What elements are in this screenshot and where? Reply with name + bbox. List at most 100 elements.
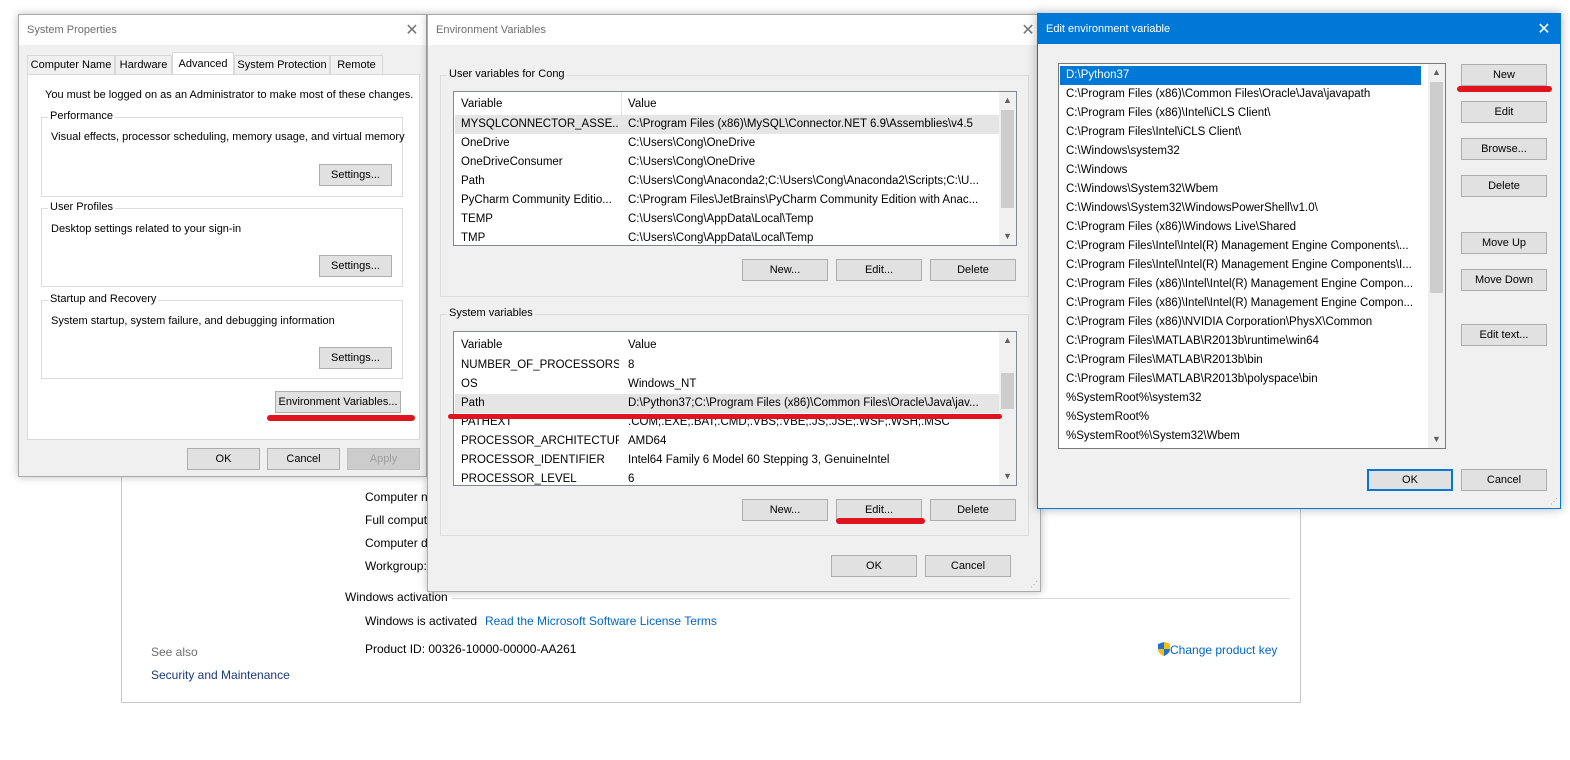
list-item[interactable]: C:\Windows\System32\Wbem xyxy=(1060,180,1427,199)
row-variable: TEMP xyxy=(461,213,493,225)
user-variables-list[interactable]: Variable Value MYSQLCONNECTOR_ASSE... C:… xyxy=(453,91,1017,246)
list-item[interactable]: C:\Program Files\MATLAB\R2013b\runtime\w… xyxy=(1060,332,1427,351)
startup-recovery-settings-button[interactable]: Settings... xyxy=(319,347,392,369)
table-row[interactable]: OneDrive C:\Users\Cong\OneDrive xyxy=(455,134,1000,153)
system-properties-dialog: System Properties ✕ Computer Name Hardwa… xyxy=(18,14,427,477)
delete-entry-button[interactable]: Delete xyxy=(1461,175,1547,197)
variable-column-header[interactable]: Variable xyxy=(461,336,619,355)
system-list-scrollbar[interactable]: ▲ ▼ xyxy=(999,332,1016,485)
new-entry-button[interactable]: New xyxy=(1461,64,1547,86)
windows-activation-header: Windows activation xyxy=(345,590,448,604)
table-row[interactable]: MYSQLCONNECTOR_ASSE... C:\Program Files … xyxy=(455,115,1000,134)
apply-button[interactable]: Apply xyxy=(347,448,420,470)
user-profiles-settings-button[interactable]: Settings... xyxy=(319,255,392,277)
table-row[interactable]: PROCESSOR_IDENTIFIER Intel64 Family 6 Mo… xyxy=(455,451,1000,470)
value-column-header[interactable]: Value xyxy=(628,336,998,355)
cancel-button[interactable]: Cancel xyxy=(267,448,340,470)
tab-computer-name[interactable]: Computer Name xyxy=(27,55,115,74)
list-item[interactable]: C:\Program Files\Intel\Intel(R) Manageme… xyxy=(1060,256,1427,275)
table-row[interactable]: PyCharm Community Editio... C:\Program F… xyxy=(455,191,1000,210)
admin-note: You must be logged on as an Administrato… xyxy=(45,89,414,101)
list-item[interactable]: C:\Program Files (x86)\NVIDIA Corporatio… xyxy=(1060,313,1427,332)
table-row[interactable]: NUMBER_OF_PROCESSORS 8 xyxy=(455,356,1000,375)
resize-grip-icon[interactable]: ⋰ xyxy=(1030,580,1038,589)
security-maintenance-link[interactable]: Security and Maintenance xyxy=(151,668,290,682)
list-item[interactable]: C:\Program Files\MATLAB\R2013b\bin xyxy=(1060,351,1427,370)
scroll-up-icon[interactable]: ▲ xyxy=(1428,64,1445,81)
edit-env-ok-button[interactable]: OK xyxy=(1367,469,1453,491)
list-item[interactable]: %SystemRoot% xyxy=(1060,408,1427,427)
list-item[interactable]: C:\Windows\System32\WindowsPowerShell\v1… xyxy=(1060,199,1427,218)
list-item[interactable]: C:\Windows\system32 xyxy=(1060,142,1427,161)
browse-button[interactable]: Browse... xyxy=(1461,138,1547,160)
change-product-key-label[interactable]: Change product key xyxy=(1170,643,1277,657)
list-item[interactable]: %SystemRoot%\System32\Wbem xyxy=(1060,427,1427,446)
tab-strip: Computer Name Hardware Advanced System P… xyxy=(27,52,422,74)
ok-button[interactable]: OK xyxy=(187,448,260,470)
tab-remote[interactable]: Remote xyxy=(330,55,383,74)
change-product-key-link[interactable]: Change product key xyxy=(1158,642,1277,657)
move-down-button[interactable]: Move Down xyxy=(1461,269,1547,291)
environment-variables-button[interactable]: Environment Variables... xyxy=(275,391,401,413)
resize-grip-icon[interactable]: ⋰ xyxy=(1550,497,1558,506)
table-row[interactable]: Path C:\Users\Cong\Anaconda2;C:\Users\Co… xyxy=(455,172,1000,191)
close-icon[interactable]: ✕ xyxy=(402,20,422,40)
table-row[interactable]: OS Windows_NT xyxy=(455,375,1000,394)
close-icon[interactable]: ✕ xyxy=(1534,19,1554,39)
scroll-up-icon[interactable]: ▲ xyxy=(999,92,1016,109)
computer-description-field-label: Computer d xyxy=(365,536,428,550)
env-ok-button[interactable]: OK xyxy=(831,555,917,577)
list-item[interactable]: C:\Program Files (x86)\Intel\iCLS Client… xyxy=(1060,104,1427,123)
license-terms-link[interactable]: Read the Microsoft Software License Term… xyxy=(485,614,717,628)
edit-text-button[interactable]: Edit text... xyxy=(1461,324,1547,346)
table-row[interactable]: PROCESSOR_LEVEL 6 xyxy=(455,470,1000,485)
tab-hardware[interactable]: Hardware xyxy=(115,55,172,74)
scroll-down-icon[interactable]: ▼ xyxy=(999,228,1016,245)
tab-advanced[interactable]: Advanced xyxy=(172,52,234,74)
table-row[interactable]: OneDriveConsumer C:\Users\Cong\OneDrive xyxy=(455,153,1000,172)
user-new-button[interactable]: New... xyxy=(742,259,828,281)
list-item[interactable]: C:\Program Files\MATLAB\R2013b\polyspace… xyxy=(1060,370,1427,389)
scroll-thumb[interactable] xyxy=(1001,110,1014,208)
move-up-button[interactable]: Move Up xyxy=(1461,232,1547,254)
row-value: Intel64 Family 6 Model 60 Stepping 3, Ge… xyxy=(628,454,890,466)
table-row[interactable]: TMP C:\Users\Cong\AppData\Local\Temp xyxy=(455,229,1000,245)
edit-list-scrollbar[interactable]: ▲ ▼ xyxy=(1428,64,1445,448)
table-row-selected[interactable]: Path D:\Python37;C:\Program Files (x86)\… xyxy=(455,394,1000,413)
env-cancel-button[interactable]: Cancel xyxy=(925,555,1011,577)
computer-name-field-label: Computer n xyxy=(365,490,428,504)
scroll-thumb[interactable] xyxy=(1001,373,1014,409)
scroll-up-icon[interactable]: ▲ xyxy=(999,332,1016,349)
system-variables-label: System variables xyxy=(447,307,535,319)
user-delete-button[interactable]: Delete xyxy=(930,259,1016,281)
list-item[interactable]: C:\Program Files (x86)\Common Files\Orac… xyxy=(1060,85,1427,104)
performance-settings-button[interactable]: Settings... xyxy=(319,164,392,186)
list-item[interactable]: %SystemRoot%\system32 xyxy=(1060,389,1427,408)
list-item[interactable]: C:\Program Files (x86)\Intel\Intel(R) Ma… xyxy=(1060,275,1427,294)
value-column-header[interactable]: Value xyxy=(628,95,998,114)
close-icon[interactable]: ✕ xyxy=(1018,20,1038,40)
system-delete-button[interactable]: Delete xyxy=(930,499,1016,521)
tab-system-protection[interactable]: System Protection xyxy=(234,55,330,74)
workgroup-field-label: Workgroup: xyxy=(365,559,427,573)
list-item-selected[interactable]: D:\Python37 xyxy=(1060,66,1421,85)
scroll-thumb[interactable] xyxy=(1430,82,1443,293)
edit-entry-button[interactable]: Edit xyxy=(1461,101,1547,123)
table-row[interactable]: TEMP C:\Users\Cong\AppData\Local\Temp xyxy=(455,210,1000,229)
scroll-down-icon[interactable]: ▼ xyxy=(1428,431,1445,448)
user-edit-button[interactable]: Edit... xyxy=(836,259,922,281)
variable-column-header[interactable]: Variable xyxy=(461,95,619,114)
list-item[interactable]: C:\Program Files (x86)\Intel\Intel(R) Ma… xyxy=(1060,294,1427,313)
user-list-scrollbar[interactable]: ▲ ▼ xyxy=(999,92,1016,245)
scroll-down-icon[interactable]: ▼ xyxy=(999,468,1016,485)
system-variables-list[interactable]: Variable Value NUMBER_OF_PROCESSORS 8 OS… xyxy=(453,331,1017,486)
list-item[interactable]: C:\Windows xyxy=(1060,161,1427,180)
list-item[interactable]: C:\Program Files\Intel\Intel(R) Manageme… xyxy=(1060,237,1427,256)
list-item[interactable]: C:\Program Files (x86)\Windows Live\Shar… xyxy=(1060,218,1427,237)
path-entries-list[interactable]: D:\Python37 C:\Program Files (x86)\Commo… xyxy=(1058,63,1446,449)
system-new-button[interactable]: New... xyxy=(742,499,828,521)
table-row[interactable]: PROCESSOR_ARCHITECTURE AMD64 xyxy=(455,432,1000,451)
list-item[interactable]: C:\Program Files\Intel\iCLS Client\ xyxy=(1060,123,1427,142)
edit-env-cancel-button[interactable]: Cancel xyxy=(1461,469,1547,491)
row-variable: PROCESSOR_LEVEL xyxy=(461,473,577,485)
